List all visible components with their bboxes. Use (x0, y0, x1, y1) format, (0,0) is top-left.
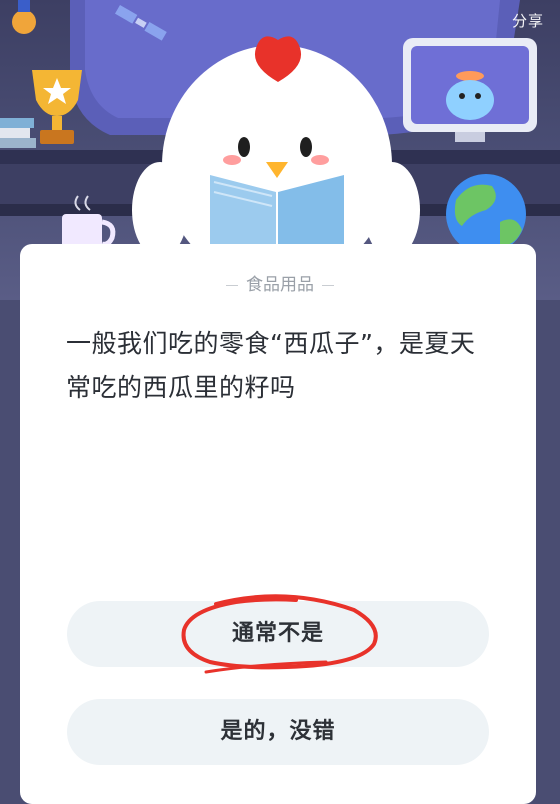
option-button-2[interactable]: 是的，没错 (67, 699, 489, 765)
red-circle-annotation (181, 594, 378, 674)
question-text: 一般我们吃的零食“西瓜子”，是夏天常吃的西瓜里的籽吗 (66, 329, 476, 402)
divider-left (226, 284, 238, 286)
badge-icon (12, 0, 36, 34)
option-label: 是的，没错 (220, 719, 336, 744)
globe-icon (446, 174, 526, 254)
category-label: 食品用品 (0, 270, 560, 295)
trophy-icon (32, 70, 82, 144)
monitor-icon (403, 38, 537, 142)
category-text: 食品用品 (246, 275, 314, 295)
divider-right (322, 284, 334, 286)
share-button[interactable]: 分享 (512, 10, 544, 31)
